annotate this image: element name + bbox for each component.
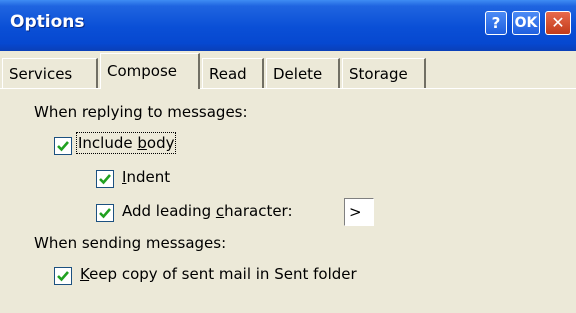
leading-character-input[interactable]: > <box>344 198 374 226</box>
keep-copy-label[interactable]: Keep copy of sent mail in Sent folder <box>80 265 357 283</box>
ok-button[interactable]: OK <box>512 11 540 35</box>
indent-label[interactable]: Indent <box>122 168 170 186</box>
include-body-text-rest: ody <box>146 134 175 152</box>
tab-delete[interactable]: Delete <box>266 58 340 88</box>
leading-character-text-rest: haracter: <box>224 202 293 220</box>
tab-read[interactable]: Read <box>202 58 264 88</box>
replying-heading: When replying to messages: <box>34 103 248 121</box>
keep-copy-text-rest: eep copy of sent mail in Sent folder <box>89 265 357 283</box>
checkmark-icon <box>99 174 111 185</box>
indent-checkbox[interactable] <box>96 170 114 188</box>
window-title: Options <box>10 12 85 32</box>
close-button[interactable]: ✕ <box>545 11 571 35</box>
indent-text-rest: ndent <box>126 168 171 186</box>
include-body-mnemonic: b <box>137 134 147 152</box>
compose-panel: When replying to messages: Include body … <box>0 89 576 313</box>
tab-storage[interactable]: Storage <box>342 58 426 88</box>
checkmark-icon <box>99 208 111 219</box>
tab-services[interactable]: Services <box>2 58 98 88</box>
checkmark-icon <box>57 271 69 282</box>
leading-character-text: Add leading <box>122 202 216 220</box>
leading-character-checkbox[interactable] <box>96 204 114 222</box>
leading-character-mnemonic: c <box>215 202 225 220</box>
sending-heading: When sending messages: <box>34 234 227 252</box>
help-button[interactable]: ? <box>485 11 507 35</box>
checkmark-icon <box>57 141 69 152</box>
tab-compose[interactable]: Compose <box>100 53 200 90</box>
include-body-checkbox[interactable] <box>54 137 72 155</box>
title-bar: Options ? OK ✕ <box>0 0 576 51</box>
tab-strip: Services Compose Read Delete Storage <box>0 51 576 90</box>
include-body-label[interactable]: Include body <box>75 132 177 154</box>
leading-character-label[interactable]: Add leading character: <box>122 202 293 220</box>
keep-copy-mnemonic: K <box>80 265 90 283</box>
keep-copy-checkbox[interactable] <box>54 267 72 285</box>
include-body-text: Include <box>78 134 138 152</box>
